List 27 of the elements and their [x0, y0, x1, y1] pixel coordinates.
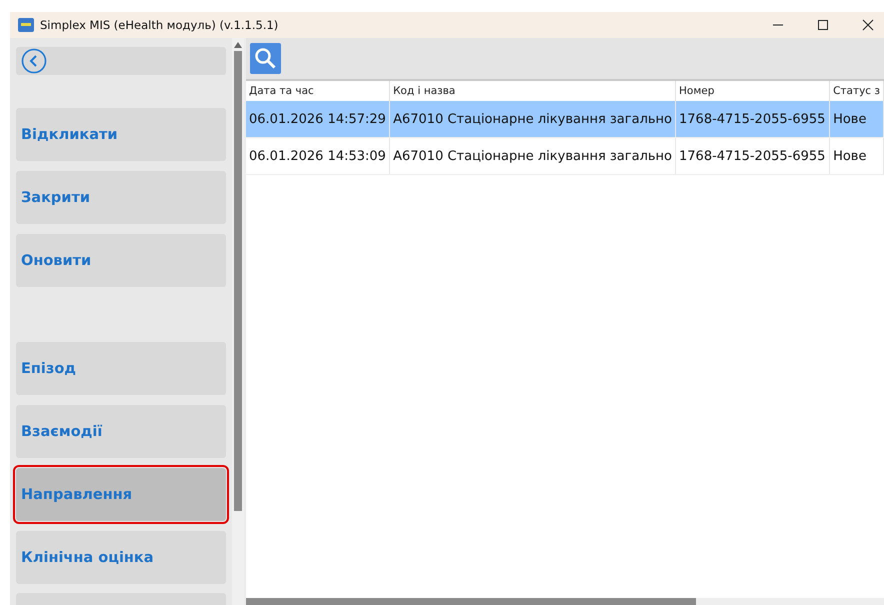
scroll-up-icon[interactable]	[234, 42, 242, 48]
app-icon	[18, 17, 34, 33]
table-cell: 06.01.2026 14:57:29	[246, 101, 390, 138]
scroll-thumb[interactable]	[246, 598, 696, 605]
sidebar-item[interactable]: Клінічна оцінка	[16, 531, 226, 584]
sidebar-item[interactable]: Взаємодії	[16, 405, 226, 458]
scrollbar[interactable]	[246, 598, 884, 605]
table-cell: Нове	[830, 101, 884, 138]
sidebar-item[interactable]: Оновити	[16, 234, 226, 287]
table-cell: 1768-4715-2055-6955	[676, 138, 830, 174]
close-icon[interactable]	[862, 19, 874, 31]
table-cell: А67010 Стаціонарне лікування загально	[390, 101, 676, 138]
back-button[interactable]	[16, 47, 226, 75]
sidebar-item[interactable]: Направлення	[16, 468, 226, 521]
scrollbar[interactable]	[232, 38, 244, 605]
scroll-thumb[interactable]	[234, 51, 242, 511]
window-title: Simplex MIS (eHealth модуль) (v.1.1.5.1)	[40, 18, 278, 32]
maximize-icon[interactable]	[817, 19, 829, 31]
table-cell: 1768-4715-2055-6955	[676, 101, 830, 138]
table-cell: Нове	[830, 138, 884, 174]
table-cell: А67010 Стаціонарне лікування загально	[390, 138, 676, 174]
sidebar-item[interactable]: Відкликати	[16, 108, 226, 161]
sidebar-item[interactable]: Закрити	[16, 171, 226, 224]
sidebar-item[interactable]: Епізод	[16, 342, 226, 395]
search-button[interactable]	[250, 43, 281, 74]
table-cell: 06.01.2026 14:53:09	[246, 138, 390, 174]
search-icon	[253, 46, 277, 70]
